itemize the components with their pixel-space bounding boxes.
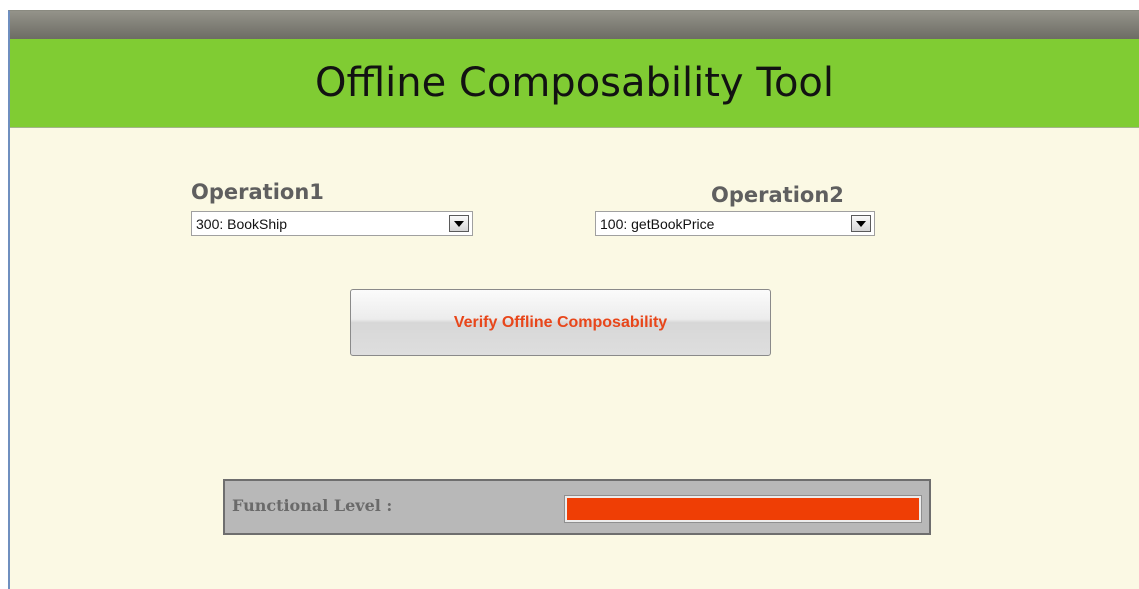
chevron-down-icon[interactable] xyxy=(851,215,871,232)
app-frame: Offline Composability Tool Operation1 30… xyxy=(8,10,1139,589)
operation2-label: Operation2 xyxy=(711,183,844,207)
operation1-select[interactable]: 300: BookShip xyxy=(191,211,473,236)
header-banner: Offline Composability Tool xyxy=(10,39,1139,128)
chevron-down-icon[interactable] xyxy=(449,215,469,232)
functional-level-bar xyxy=(564,495,922,523)
operation1-selected-value: 300: BookShip xyxy=(196,215,288,232)
top-bar xyxy=(10,11,1139,39)
functional-level-label: Functional Level : xyxy=(232,496,393,515)
functional-level-panel: Functional Level : xyxy=(223,479,931,535)
functional-level-fill xyxy=(567,498,919,520)
verify-composability-button[interactable]: Verify Offline Composability xyxy=(350,289,771,356)
operation1-label: Operation1 xyxy=(191,180,324,204)
page-title: Offline Composability Tool xyxy=(314,60,835,106)
operation2-selected-value: 100: getBookPrice xyxy=(600,215,715,232)
operation2-select[interactable]: 100: getBookPrice xyxy=(595,211,875,236)
